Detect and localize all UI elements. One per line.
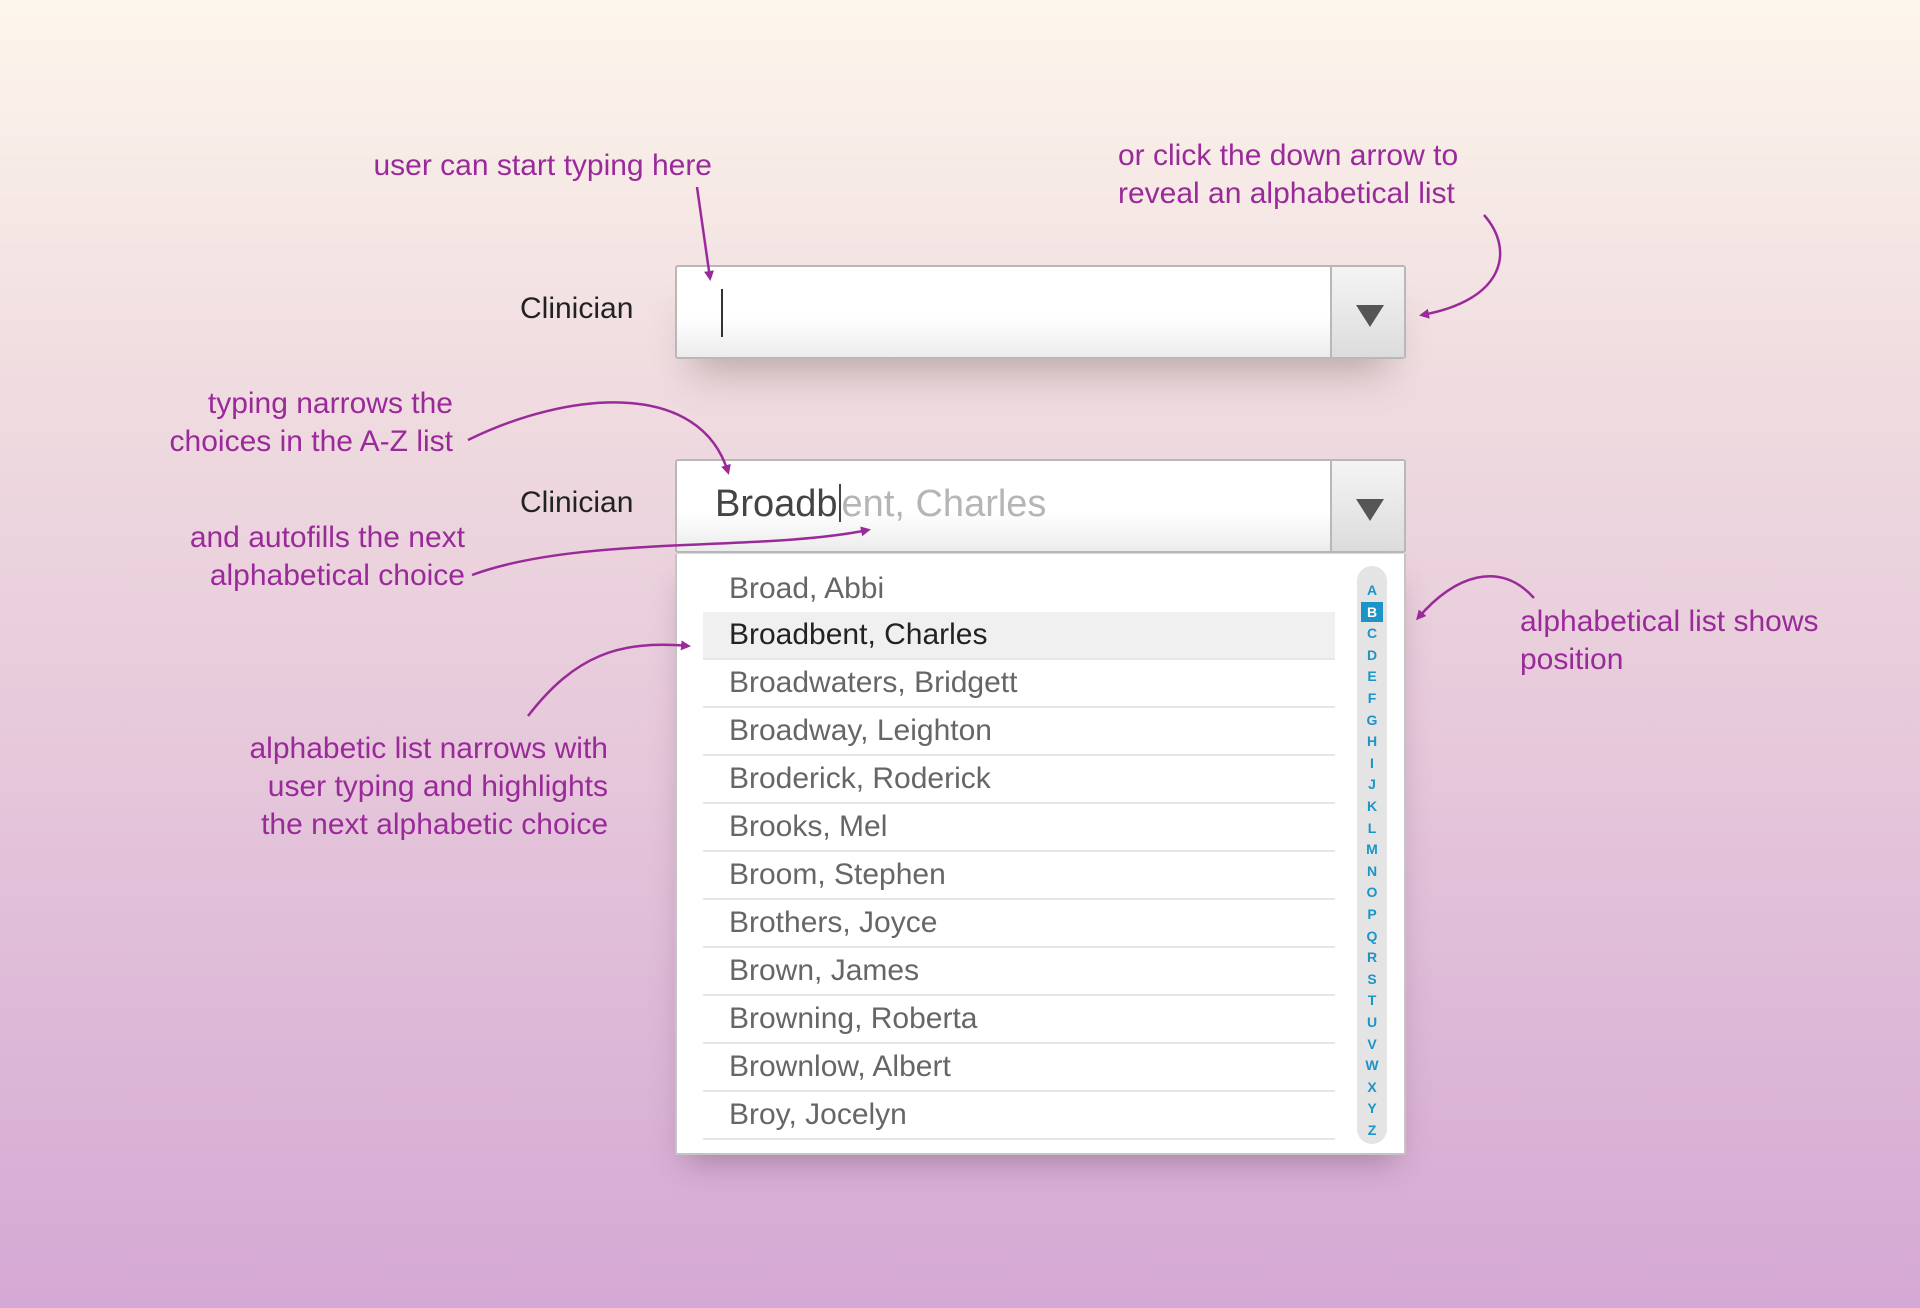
curved-arrow-icon bbox=[471, 526, 871, 577]
annotation-arrows bbox=[467, 186, 1535, 717]
curved-arrow-icon bbox=[695, 186, 714, 281]
curved-arrow-icon bbox=[527, 640, 691, 717]
curved-arrow-icon bbox=[1416, 575, 1535, 621]
curved-arrow-icon bbox=[467, 401, 731, 475]
curved-arrow-icon bbox=[1419, 214, 1502, 319]
